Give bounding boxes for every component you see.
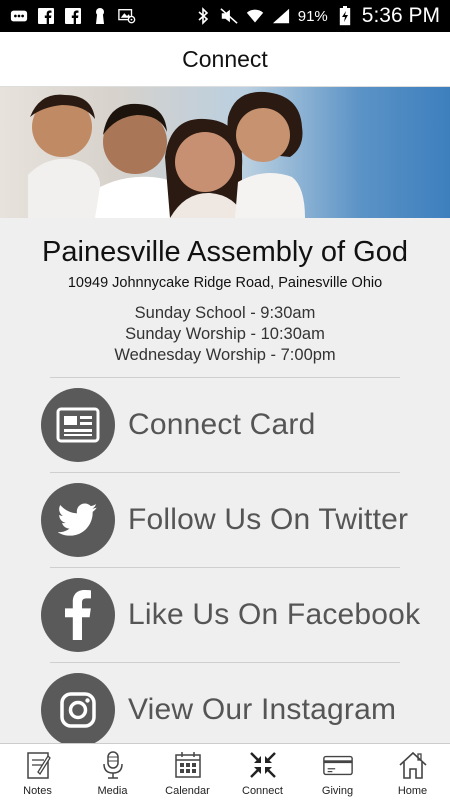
divider: [50, 567, 400, 568]
notes-icon: [22, 749, 54, 781]
card-icon: [41, 387, 115, 462]
facebook-icon: [41, 577, 115, 652]
image-settings-icon: [118, 7, 136, 25]
signal-icon: [272, 7, 290, 25]
keyhole-icon: [91, 7, 109, 25]
microphone-icon: [97, 749, 129, 781]
instagram-icon: [41, 672, 115, 747]
divider: [50, 472, 400, 473]
hero-family-photo: [0, 87, 450, 218]
wifi-icon: [246, 7, 264, 25]
church-name: Painesville Assembly of God: [42, 236, 408, 268]
connect-arrows-icon: [247, 749, 279, 781]
connect-card-link[interactable]: Connect Card: [0, 377, 450, 472]
schedule-line: Sunday Worship - 10:30am: [125, 325, 325, 343]
battery-percent: 91%: [297, 7, 328, 25]
connect-links: Connect Card Follow Us On Twitter Like U…: [0, 377, 450, 757]
divider: [50, 377, 400, 378]
tab-label: Home: [397, 785, 428, 797]
tab-media[interactable]: Media: [75, 744, 150, 800]
status-bar: 91% 5:36 PM: [0, 0, 450, 32]
twitter-label: Follow Us On Twitter: [128, 502, 409, 536]
divider: [50, 662, 400, 663]
tab-home[interactable]: Home: [375, 744, 450, 800]
calendar-icon: [172, 749, 204, 781]
bottom-tab-bar: Notes Media Calendar Connect Giving Home: [0, 743, 450, 800]
twitter-link[interactable]: Follow Us On Twitter: [0, 472, 450, 567]
tab-giving[interactable]: Giving: [300, 744, 375, 800]
facebook-link[interactable]: Like Us On Facebook: [0, 567, 450, 662]
tab-connect[interactable]: Connect: [225, 744, 300, 800]
tab-calendar[interactable]: Calendar: [150, 744, 225, 800]
mute-icon: [220, 7, 238, 25]
instagram-label: View Our Instagram: [128, 692, 397, 726]
app-header: Connect: [0, 32, 450, 87]
facebook-label: Like Us On Facebook: [128, 597, 421, 631]
bluetooth-icon: [194, 7, 212, 25]
battery-charging-icon: [336, 6, 354, 26]
tab-label: Media: [97, 785, 128, 797]
facebook-icon: [64, 7, 82, 25]
connect-card-label: Connect Card: [128, 407, 316, 441]
service-schedule: Sunday School - 9:30am Sunday Worship - …: [0, 303, 450, 366]
clock: 5:36 PM: [361, 4, 440, 27]
chat-icon: [10, 7, 28, 25]
church-address: 10949 Johnnycake Ridge Road, Painesville…: [67, 275, 383, 291]
church-info: Painesville Assembly of God 10949 Johnny…: [0, 218, 450, 366]
tab-label: Connect: [242, 785, 283, 797]
page-title: Connect: [182, 45, 268, 72]
tab-notes[interactable]: Notes: [0, 744, 75, 800]
tab-label: Giving: [321, 785, 354, 797]
home-icon: [397, 749, 429, 781]
tab-label: Calendar: [165, 785, 210, 797]
credit-card-icon: [322, 749, 354, 781]
tab-label: Notes: [23, 785, 52, 797]
schedule-line: Wednesday Worship - 7:00pm: [114, 346, 336, 364]
facebook-icon: [37, 7, 55, 25]
schedule-line: Sunday School - 9:30am: [134, 304, 316, 322]
twitter-icon: [41, 482, 115, 557]
